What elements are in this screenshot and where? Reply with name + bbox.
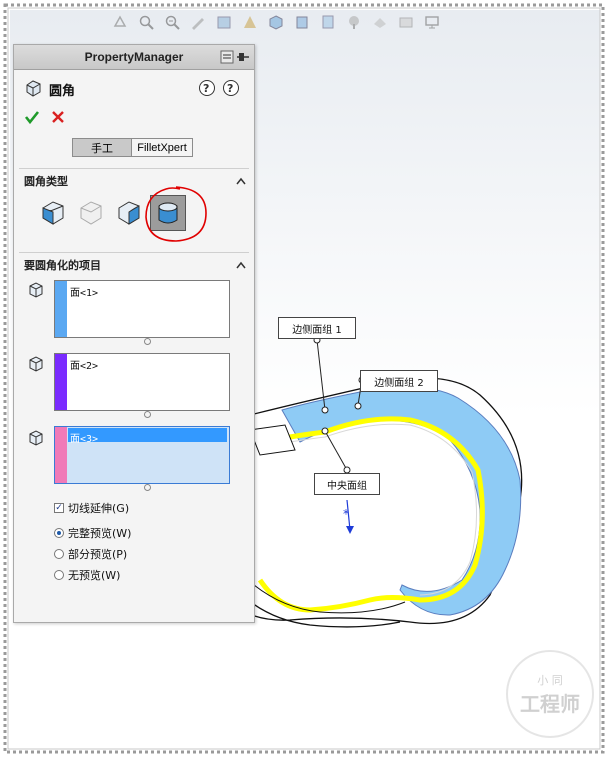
svg-text:?: ? bbox=[227, 82, 233, 95]
fillet-feature-icon bbox=[26, 80, 41, 97]
callout-center-face-text: 中央面组 bbox=[327, 480, 367, 492]
feature-title-row: 圆角 ? ? bbox=[14, 77, 254, 99]
separator bbox=[19, 252, 249, 253]
preview-none-radio[interactable] bbox=[54, 570, 64, 580]
face-set-3-list[interactable]: 面<3> bbox=[54, 426, 230, 484]
face-set-2-icon bbox=[29, 356, 43, 372]
cancel-x-icon[interactable] bbox=[50, 109, 66, 125]
tangent-propagation-option[interactable]: ✓ 切线延伸(G) bbox=[54, 500, 129, 516]
chevron-up-icon[interactable] bbox=[236, 261, 246, 269]
preview-full-radio[interactable] bbox=[54, 528, 64, 538]
callout-point-2 bbox=[354, 402, 362, 410]
callout-side-face-2-text: 边侧面组 2 bbox=[374, 377, 424, 389]
separator bbox=[19, 168, 249, 169]
watermark-main-text: 工程师 bbox=[520, 691, 580, 716]
variable-size-fillet-button[interactable] bbox=[74, 195, 108, 229]
origin-triad-icon: * bbox=[343, 499, 354, 534]
tangent-propagation-label: 切线延伸(G) bbox=[68, 502, 130, 515]
property-manager-header: PropertyManager bbox=[14, 45, 254, 70]
variable-fillet-icon bbox=[80, 201, 102, 225]
face-fillet-icon bbox=[118, 201, 140, 225]
watermark-top-text: 小 同 bbox=[537, 673, 563, 687]
property-manager-panel: PropertyManager 圆角 ? ? 手工 FilletXpert 圆角… bbox=[13, 44, 255, 623]
tab-manual-label: 手工 bbox=[91, 141, 113, 155]
red-highlight-circle bbox=[145, 186, 207, 242]
tab-filletxpert-label: FilletXpert bbox=[137, 141, 187, 154]
preview-partial-label: 部分预览(P) bbox=[68, 548, 128, 561]
preview-full-option[interactable]: 完整预览(W) bbox=[54, 525, 131, 541]
face-set-2-item[interactable]: 面<2> bbox=[70, 357, 98, 372]
screenshot-frame: * 边侧面组 1 边侧面组 2 中央面组 PropertyManager 圆角 … bbox=[0, 0, 608, 757]
callout-side-face-2: 边侧面组 2 bbox=[360, 370, 438, 392]
feature-name: 圆角 bbox=[49, 84, 76, 99]
preview-full-label: 完整预览(W) bbox=[68, 527, 132, 540]
graphics-viewport[interactable]: * 边侧面组 1 边侧面组 2 中央面组 PropertyManager 圆角 … bbox=[10, 10, 600, 748]
tab-filletxpert[interactable]: FilletXpert bbox=[131, 138, 193, 157]
svg-text:*: * bbox=[343, 507, 349, 521]
fillet-type-buttons bbox=[14, 186, 254, 242]
preview-none-option[interactable]: 无预览(W) bbox=[54, 567, 120, 583]
face-set-1-icon bbox=[29, 282, 43, 298]
resize-grip[interactable] bbox=[144, 338, 151, 345]
callout-side-face-1-text: 边侧面组 1 bbox=[292, 324, 342, 336]
callout-point-1 bbox=[321, 406, 329, 414]
face-set-2-list[interactable]: 面<2> bbox=[54, 353, 230, 411]
help-icon[interactable]: ? bbox=[222, 79, 240, 97]
tab-manual[interactable]: 手工 bbox=[72, 138, 132, 157]
pin-icon[interactable] bbox=[220, 49, 250, 65]
callout-side-face-1: 边侧面组 1 bbox=[278, 317, 356, 339]
items-to-fillet-title: 要圆角化的项目 bbox=[24, 259, 101, 272]
preview-partial-option[interactable]: 部分预览(P) bbox=[54, 546, 127, 562]
callout-center-face: 中央面组 bbox=[314, 473, 380, 495]
face-set-1-item[interactable]: 面<1> bbox=[70, 284, 98, 299]
constant-size-fillet-button[interactable] bbox=[36, 195, 70, 229]
constant-fillet-icon bbox=[42, 201, 64, 225]
face-set-3-color bbox=[55, 427, 67, 483]
face-set-2-color bbox=[55, 354, 67, 410]
face-set-3-icon bbox=[29, 430, 43, 446]
chevron-up-icon[interactable] bbox=[236, 177, 246, 185]
preview-partial-radio[interactable] bbox=[54, 549, 64, 559]
ok-check-icon[interactable] bbox=[24, 109, 40, 125]
fillet-type-title: 圆角类型 bbox=[24, 175, 68, 188]
resize-grip[interactable] bbox=[144, 411, 151, 418]
whats-new-help-icon[interactable]: ? bbox=[198, 79, 216, 97]
part-inner-body bbox=[249, 424, 296, 456]
tangent-propagation-checkbox[interactable]: ✓ bbox=[54, 503, 64, 513]
watermark-logo: 小 同 工程师 bbox=[506, 650, 594, 738]
preview-none-label: 无预览(W) bbox=[68, 569, 121, 582]
action-row bbox=[14, 107, 254, 129]
resize-grip[interactable] bbox=[144, 484, 151, 491]
face-set-1-list[interactable]: 面<1> bbox=[54, 280, 230, 338]
face-set-3-item[interactable]: 面<3> bbox=[70, 430, 98, 445]
property-manager-title: PropertyManager bbox=[84, 50, 184, 64]
face-set-1-color bbox=[55, 281, 67, 337]
callout-point-3 bbox=[321, 427, 329, 435]
svg-text:?: ? bbox=[203, 82, 209, 95]
